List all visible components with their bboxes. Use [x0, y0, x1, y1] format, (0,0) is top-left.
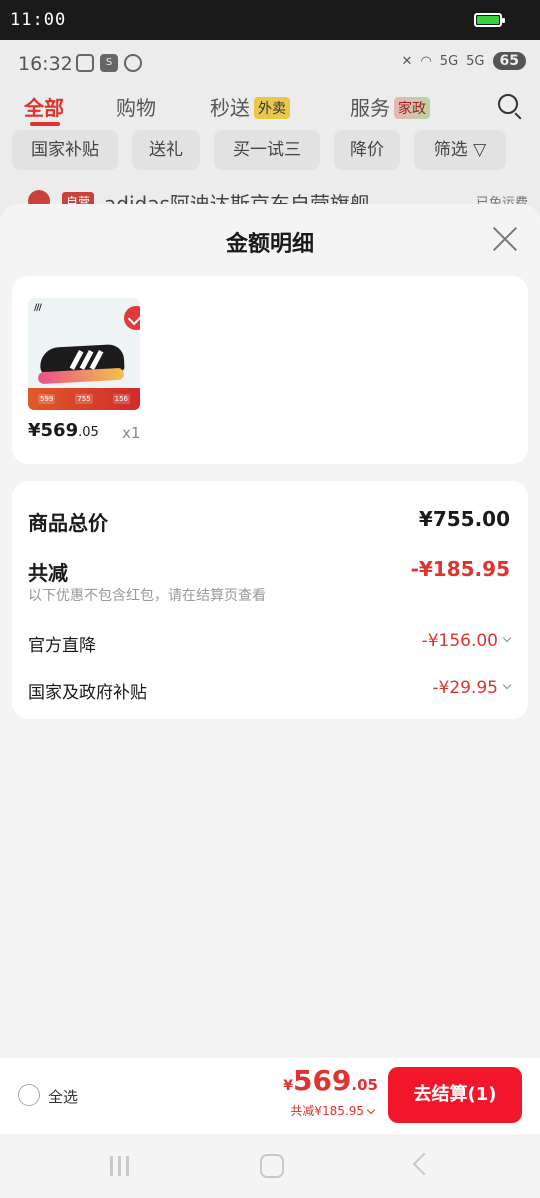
background-app: 16:32 S ✕ ◠ 5G 5G 65 全部 购物 秒送 外卖 服务 家政 国家补…	[0, 40, 540, 220]
product-check-icon[interactable]	[124, 306, 140, 330]
official-discount-value[interactable]: -¥156.00	[422, 631, 512, 651]
menu-icon[interactable]	[110, 1156, 132, 1176]
discount-label: 共减	[28, 561, 68, 585]
product-price: ¥569.05	[28, 420, 99, 441]
strip-value: 599	[37, 394, 56, 404]
search-icon[interactable]	[498, 94, 518, 114]
filter-chip[interactable]: 国家补贴	[12, 130, 118, 170]
inner-status-right: ✕ ◠ 5G 5G 65	[402, 52, 526, 70]
system-nav-bar	[0, 1134, 540, 1198]
back-icon[interactable]	[412, 1152, 436, 1176]
product-quantity: x1	[122, 424, 141, 442]
chevron-down-icon	[366, 1105, 376, 1115]
chevron-down-icon	[502, 633, 512, 643]
signal-icon-2: 5G	[466, 53, 485, 69]
price-strip: 599 755 156	[28, 388, 140, 410]
select-all-radio[interactable]	[18, 1084, 40, 1106]
product-card: /// 599 755 156 ¥569.05 x1	[12, 276, 528, 464]
inner-battery: 65	[492, 52, 526, 70]
amount-detail-sheet: 金额明细 /// 599 755 156 ¥569.05 x1 商品总价 ¥75…	[0, 204, 540, 1198]
adidas-logo-icon: ///	[34, 303, 42, 313]
sheet-title: 金额明细	[225, 232, 314, 257]
app-icon	[124, 54, 142, 72]
strip-value: 755	[75, 394, 93, 404]
tab-instant[interactable]: 秒送 外卖	[210, 92, 290, 121]
tab-service[interactable]: 服务 家政	[350, 92, 430, 121]
category-tabs: 全部 购物 秒送 外卖 服务 家政	[0, 92, 540, 132]
tab-underline	[30, 122, 60, 126]
checkout-discount[interactable]: 共减¥185.95	[290, 1102, 376, 1119]
chevron-down-icon	[502, 680, 512, 690]
checkout-total-price: ¥569.05	[283, 1064, 378, 1097]
checkout-bar: 全选 ¥569.05 共减¥185.95 去结算(1)	[0, 1058, 540, 1134]
subsidy-value[interactable]: -¥29.95	[432, 678, 512, 698]
filter-chip[interactable]: 买一试三	[214, 130, 320, 170]
device-status-bar: 11:00	[0, 0, 540, 40]
inner-time: 16:32	[18, 53, 73, 75]
total-label: 商品总价	[28, 511, 108, 535]
filter-icon: ▽	[473, 140, 487, 160]
tab-shopping[interactable]: 购物	[116, 92, 156, 121]
inner-status-bar: 16:32 S ✕ ◠ 5G 5G 65	[0, 40, 540, 88]
subsidy-label: 国家及政府补贴	[28, 683, 147, 703]
discount-value: -¥185.95	[410, 557, 510, 581]
takeout-badge: 外卖	[254, 97, 290, 119]
checkout-button[interactable]: 去结算(1)	[388, 1067, 522, 1123]
filter-chip[interactable]: 筛选 ▽	[414, 130, 506, 170]
housekeeping-badge: 家政	[394, 97, 430, 119]
official-discount-label: 官方直降	[28, 636, 96, 656]
s-icon: S	[100, 54, 118, 72]
signal-icon: 5G	[439, 53, 459, 69]
close-icon[interactable]	[492, 226, 518, 252]
battery-icon	[474, 13, 505, 27]
product-image[interactable]: /// 599 755 156	[28, 298, 140, 410]
filter-row: 国家补贴 送礼 买一试三 降价 筛选 ▽	[12, 130, 532, 170]
mute-icon: ✕	[401, 53, 413, 69]
filter-chip[interactable]: 降价	[334, 130, 400, 170]
tab-all[interactable]: 全部	[24, 92, 64, 121]
discount-note: 以下优惠不包含红包，请在结算页查看	[28, 588, 266, 604]
total-value: ¥755.00	[418, 507, 510, 531]
device-time: 11:00	[10, 10, 67, 30]
filter-chip[interactable]: 送礼	[132, 130, 200, 170]
price-detail-card: 商品总价 ¥755.00 共减 -¥185.95 以下优惠不包含红包，请在结算页…	[12, 481, 528, 719]
screenshot-icon	[76, 54, 94, 72]
strip-value: 156	[112, 394, 130, 404]
wifi-icon: ◠	[420, 53, 432, 69]
select-all-label[interactable]: 全选	[48, 1086, 78, 1107]
home-icon[interactable]	[260, 1154, 284, 1178]
